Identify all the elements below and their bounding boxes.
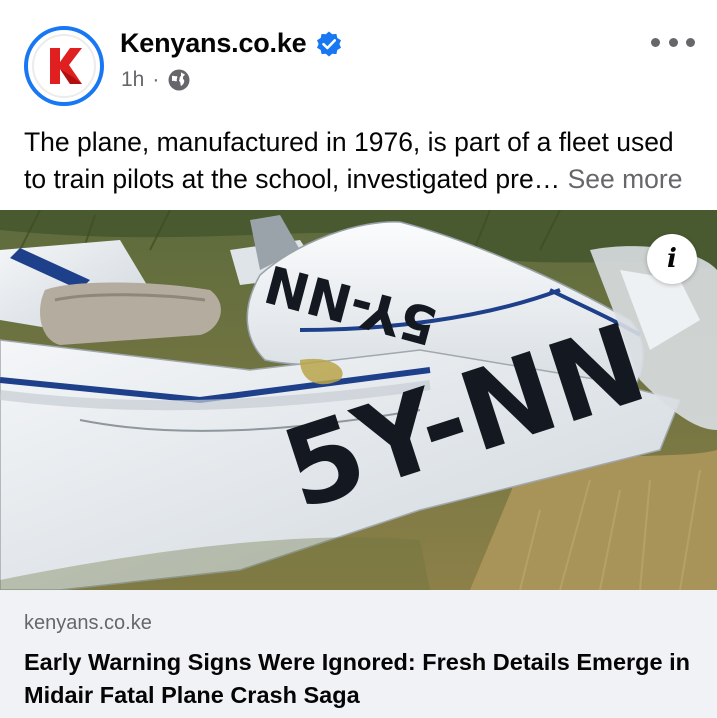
post-header: Kenyans.co.ke 1h · bbox=[0, 0, 717, 110]
more-options-icon[interactable] bbox=[651, 30, 695, 54]
post-time[interactable]: 1h bbox=[121, 68, 144, 92]
globe-icon[interactable] bbox=[167, 68, 191, 92]
kenyans-logo-icon bbox=[32, 34, 96, 98]
post-photo[interactable]: 5Y-NN 5Y-NN i bbox=[0, 210, 717, 590]
page-avatar[interactable] bbox=[24, 26, 104, 106]
link-domain: kenyans.co.ke bbox=[24, 612, 152, 634]
info-icon[interactable]: i bbox=[647, 234, 697, 284]
plane-wreckage-image: 5Y-NN 5Y-NN bbox=[0, 210, 717, 590]
link-preview[interactable]: kenyans.co.ke Early Warning Signs Were I… bbox=[0, 590, 717, 718]
post-caption: The plane, manufactured in 1976, is part… bbox=[24, 124, 696, 198]
verified-badge-icon bbox=[315, 30, 343, 58]
link-title[interactable]: Early Warning Signs Were Ignored: Fresh … bbox=[24, 646, 696, 712]
post-meta: 1h · bbox=[121, 68, 191, 92]
see-more-link[interactable]: See more bbox=[568, 164, 683, 194]
page-name[interactable]: Kenyans.co.ke bbox=[120, 28, 343, 59]
page-name-label[interactable]: Kenyans.co.ke bbox=[120, 28, 307, 59]
meta-separator: · bbox=[152, 68, 160, 91]
